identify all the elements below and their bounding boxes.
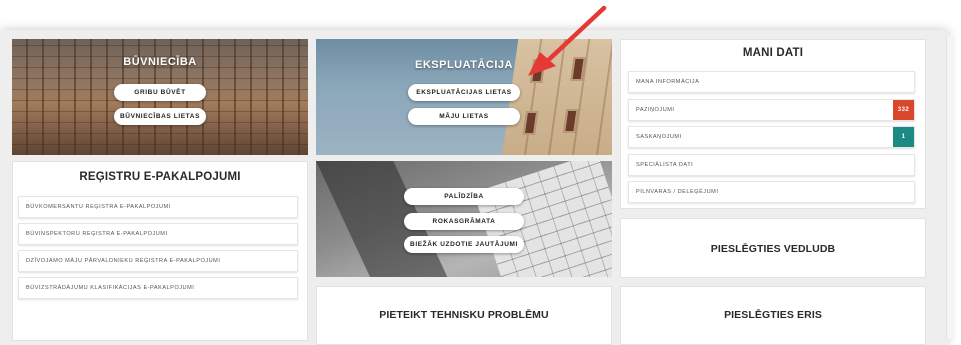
- palidziba-button[interactable]: PALĪDZĪBA: [404, 188, 524, 205]
- saskanojumi-label: SASKAŅOJUMI: [636, 134, 682, 140]
- pilnvaras-delegejumi-item[interactable]: PILNVARAS / DELEĢĒJUMI: [628, 181, 915, 203]
- page-scroll-edge: [946, 36, 955, 339]
- buvinspektoru-registrs-label: BŪVINSPEKTORU REĢISTRA E-PAKALPOJUMI: [26, 231, 168, 237]
- buvinspektoru-registrs-item[interactable]: BŪVINSPEKTORU REĢISTRA E-PAKALPOJUMI: [18, 223, 298, 245]
- mana-informacija-item[interactable]: MANA INFORMĀCIJA: [628, 71, 915, 93]
- buvnieciba-title: BŪVNIECĪBA: [123, 56, 197, 68]
- specialista-dati-item[interactable]: SPECIĀLISTA DATI: [628, 154, 915, 176]
- buvizstradajumu-klasifikacija-item[interactable]: BŪVIZSTRĀDĀJUMU KLASIFIKĀCIJAS E-PAKALPO…: [18, 277, 298, 299]
- vedludb-label: PIESLĒGTIES VEDLUDB: [710, 243, 836, 255]
- mani-dati-title: MANI DATI: [742, 47, 804, 59]
- eris-label: PIESLĒGTIES ERIS: [724, 309, 822, 321]
- tehniska-problema-label: PIETEIKT TEHNISKU PROBLĒMU: [379, 309, 549, 321]
- eris-card[interactable]: PIESLĒGTIES ERIS: [620, 286, 926, 345]
- palidziba-tile: PALĪDZĪBA ROKASGRĀMATA BIEŽĀK UZDOTIE JA…: [316, 161, 612, 277]
- parvaldnieku-registrs-item[interactable]: DZĪVOJAMO MĀJU PĀRVALDNIEKU REĢISTRA E-P…: [18, 250, 298, 272]
- saskanojumi-count-badge: 1: [893, 127, 914, 147]
- buvniecibas-lietas-button[interactable]: BŪVNIECĪBAS LIETAS: [114, 108, 206, 125]
- gribu-buvet-button[interactable]: GRIBU BŪVĒT: [114, 84, 206, 101]
- pazinojumi-count-badge: 332: [893, 100, 914, 120]
- pazinojumi-item[interactable]: PAZIŅOJUMI 332: [628, 99, 915, 121]
- pazinojumi-label: PAZIŅOJUMI: [636, 107, 675, 113]
- buvnieciba-tile: BŪVNIECĪBA GRIBU BŪVĒT BŪVNIECĪBAS LIETA…: [12, 39, 308, 155]
- specialista-dati-label: SPECIĀLISTA DATI: [636, 162, 694, 168]
- rokasgramata-button[interactable]: ROKASGRĀMATA: [404, 213, 524, 230]
- buvkomersantu-registrs-item[interactable]: BŪVKOMERSANTU REĢISTRA E-PAKALPOJUMI: [18, 196, 298, 218]
- mana-informacija-label: MANA INFORMĀCIJA: [636, 79, 700, 85]
- biezak-uzdotie-jautajumi-button[interactable]: BIEŽĀK UZDOTIE JAUTĀJUMI: [404, 236, 524, 253]
- tehniska-problema-card[interactable]: PIETEIKT TEHNISKU PROBLĒMU: [316, 286, 612, 345]
- buvizstradajumu-klasifikacija-label: BŪVIZSTRĀDĀJUMU KLASIFIKĀCIJAS E-PAKALPO…: [26, 285, 195, 291]
- maju-lietas-button[interactable]: MĀJU LIETAS: [408, 108, 520, 125]
- buvkomersantu-registrs-label: BŪVKOMERSANTU REĢISTRA E-PAKALPOJUMI: [26, 204, 171, 210]
- parvaldnieku-registrs-label: DZĪVOJAMO MĀJU PĀRVALDNIEKU REĢISTRA E-P…: [26, 258, 221, 264]
- vedludb-card[interactable]: PIESLĒGTIES VEDLUDB: [620, 218, 926, 278]
- pilnvaras-delegejumi-label: PILNVARAS / DELEĢĒJUMI: [636, 189, 719, 195]
- annotation-arrow-icon: [528, 5, 607, 76]
- registri-title: REĢISTRU E-PAKALPOJUMI: [79, 171, 241, 183]
- saskanojumi-item[interactable]: SASKAŅOJUMI 1: [628, 126, 915, 148]
- ekspluatacijas-lietas-button[interactable]: EKSPLUATĀCIJAS LIETAS: [408, 84, 520, 101]
